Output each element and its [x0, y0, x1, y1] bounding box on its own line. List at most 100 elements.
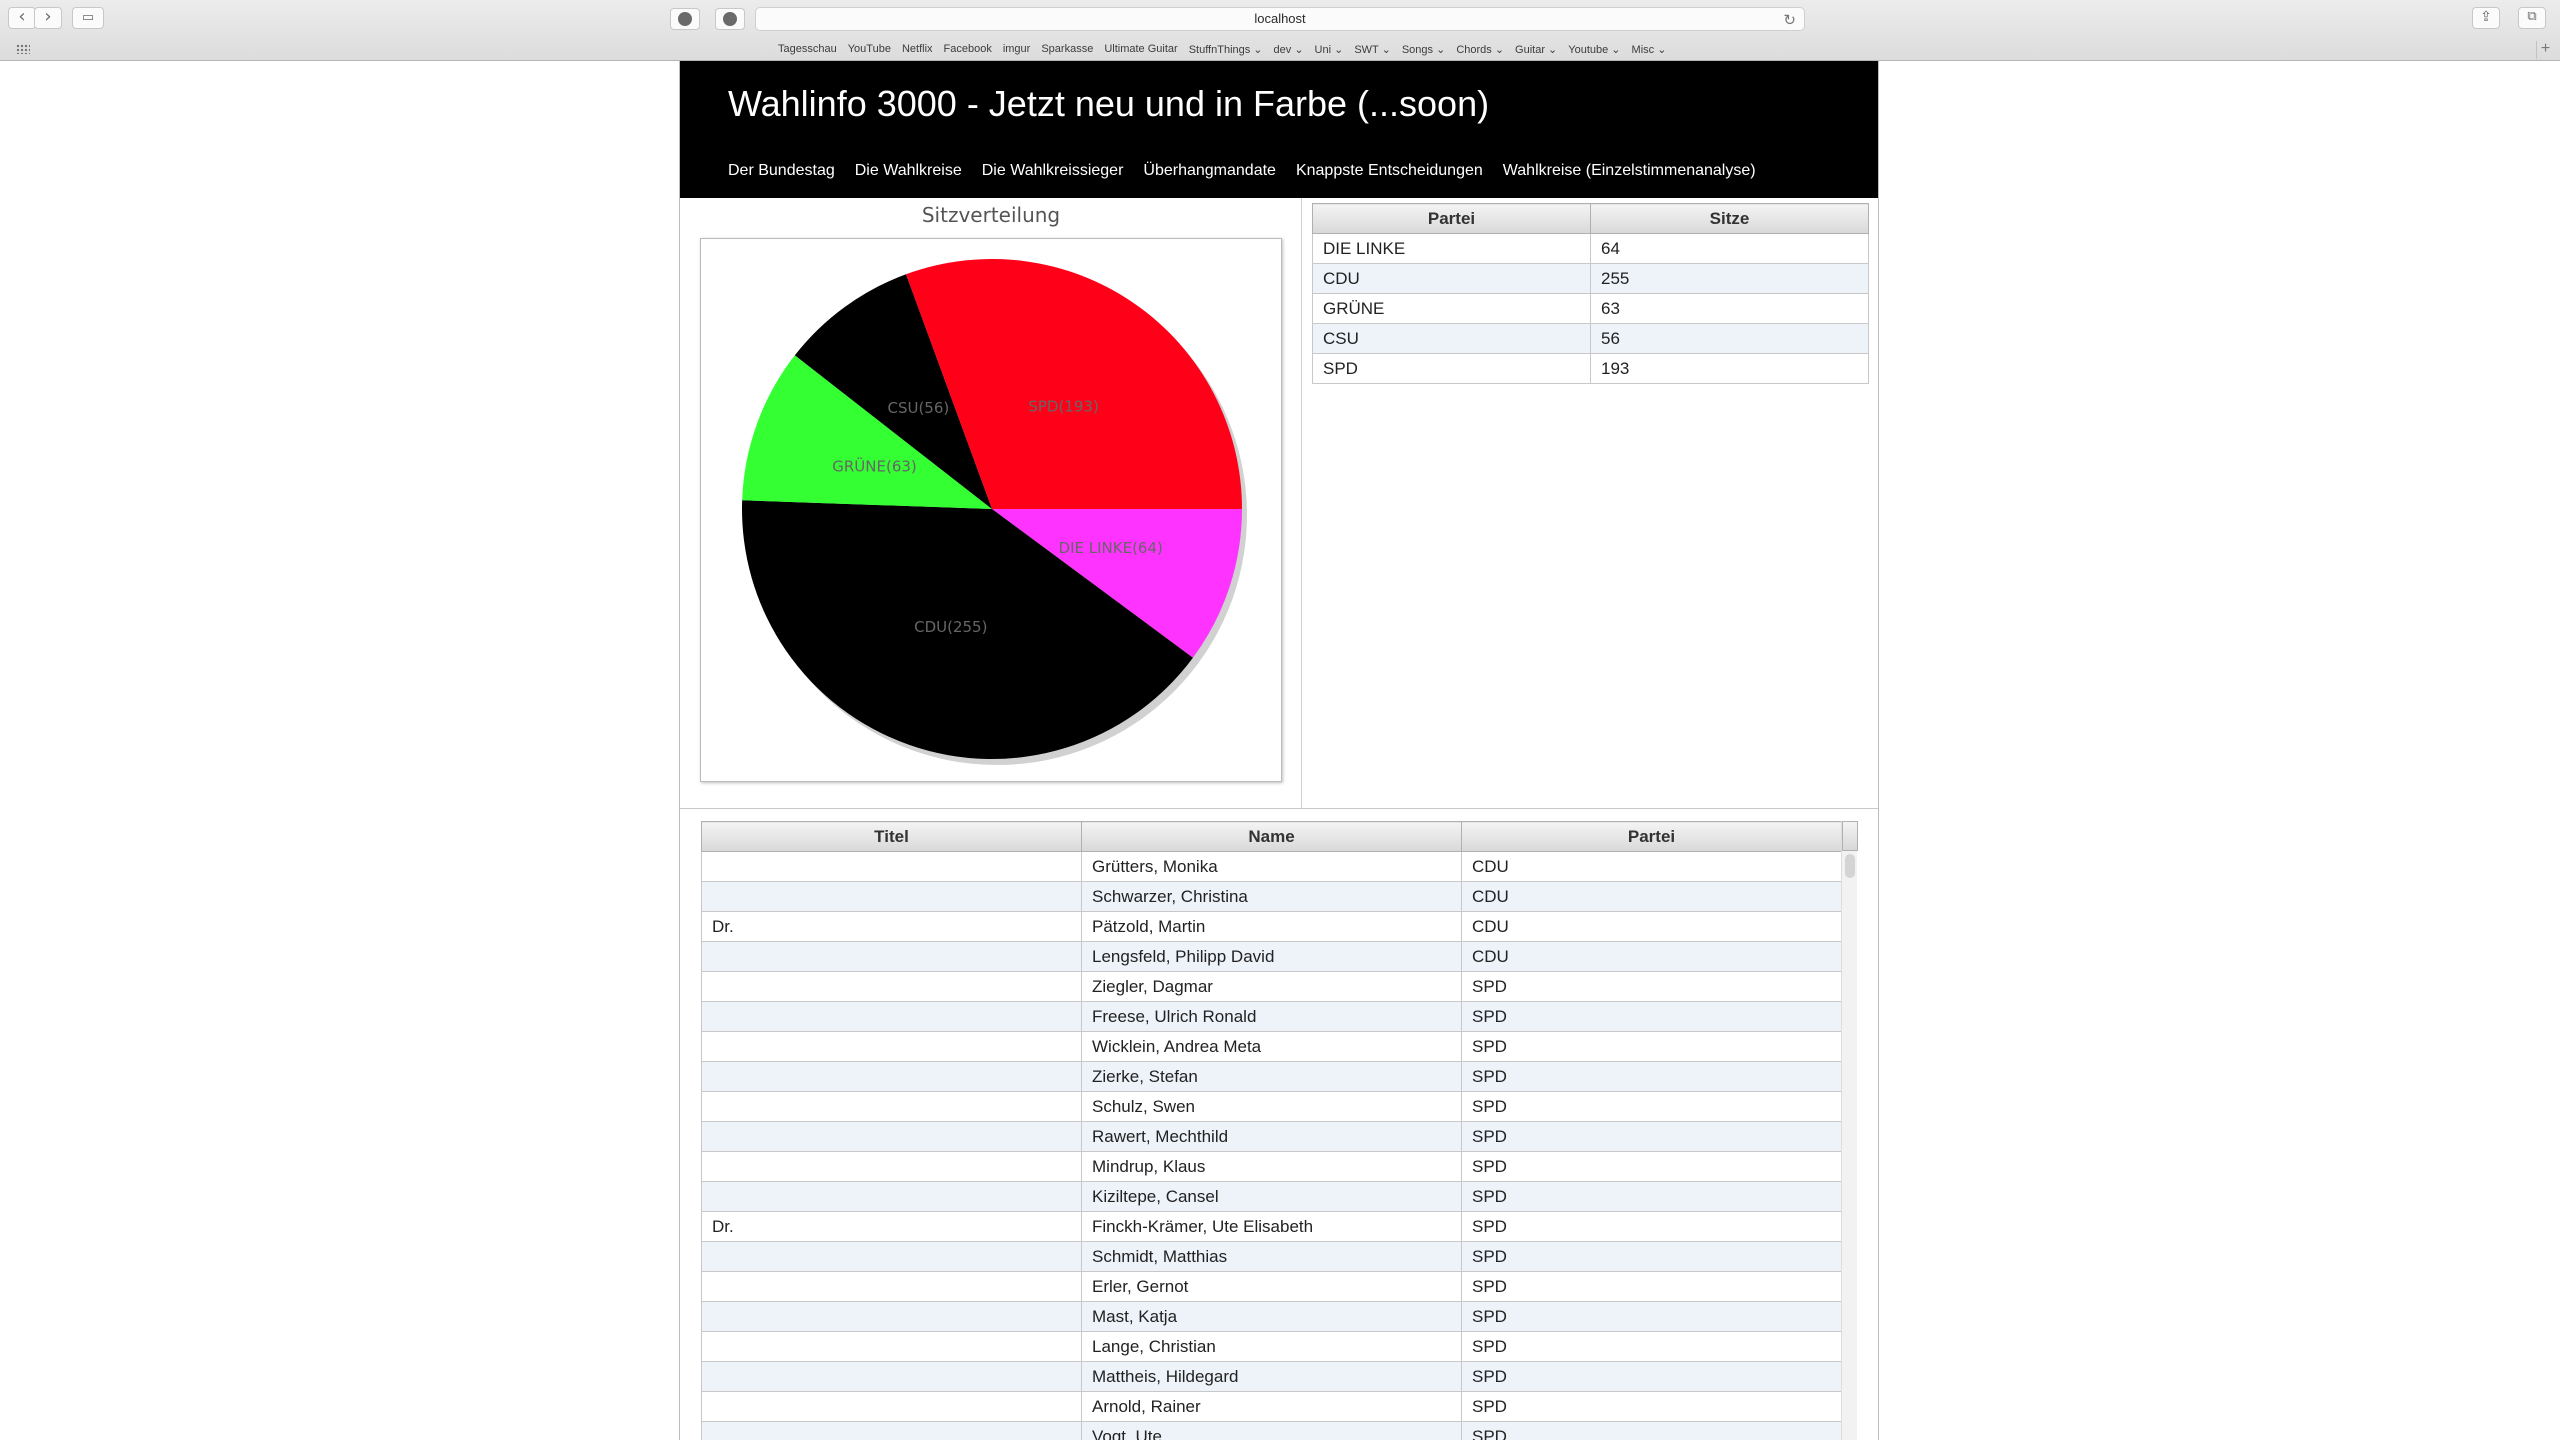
column-header[interactable]: Titel	[701, 821, 1082, 852]
slice-label: SPD(193)	[1028, 398, 1098, 416]
bookmark-item[interactable]: Uni ⌄	[1315, 43, 1344, 56]
party-cell: DIE LINKE	[1312, 233, 1591, 264]
slice-label: GRÜNE(63)	[832, 456, 917, 475]
column-header[interactable]: Partei	[1461, 821, 1842, 852]
table-row[interactable]: Schwarzer, Christina CDU	[701, 881, 1842, 912]
table-row[interactable]: Ziegler, Dagmar SPD	[701, 971, 1842, 1002]
scrollbar-thumb[interactable]	[1845, 854, 1855, 878]
title-cell	[701, 1061, 1082, 1092]
seats-table: Partei Sitze DIE LINKE 64 CDU 255 GRÜNE 63 CSU…	[1312, 203, 1869, 384]
table-row[interactable]: CSU 56	[1312, 323, 1869, 354]
main-nav: Der Bundestag Die Wahlkreise Die Wahlkreis…	[728, 162, 1776, 180]
table-row[interactable]: Kiziltepe, Cansel SPD	[701, 1181, 1842, 1212]
table-row[interactable]: Schmidt, Matthias SPD	[701, 1241, 1842, 1272]
table-row[interactable]: GRÜNE 63	[1312, 293, 1869, 324]
bookmark-item[interactable]: Misc ⌄	[1632, 43, 1667, 56]
nav-link[interactable]: Überhangmandate	[1143, 162, 1276, 180]
nav-link[interactable]: Wahlkreise (Einzelstimmenanalyse)	[1503, 162, 1756, 180]
slice-label: DIE LINKE(64)	[1059, 539, 1163, 557]
table-row[interactable]: Mast, Katja SPD	[701, 1301, 1842, 1332]
extension-icon[interactable]	[670, 8, 700, 30]
sidebar-toggle-icon[interactable]: ▭	[72, 7, 104, 29]
forward-icon[interactable]: ›	[34, 7, 62, 29]
name-cell: Vogt, Ute	[1081, 1421, 1462, 1440]
members-section: Titel Name Partei Grütters, Monika CDU Sch…	[701, 821, 1861, 1440]
table-row[interactable]: DIE LINKE 64	[1312, 233, 1869, 264]
party-cell: SPD	[1461, 1091, 1842, 1122]
table-row[interactable]: Freese, Ulrich Ronald SPD	[701, 1001, 1842, 1032]
table-row[interactable]: Dr. Pätzold, Martin CDU	[701, 911, 1842, 942]
bookmark-item[interactable]: Tagesschau	[778, 43, 837, 56]
party-cell: CSU	[1312, 323, 1591, 354]
party-cell: SPD	[1461, 1121, 1842, 1152]
table-row[interactable]: Vogt, Ute SPD	[701, 1421, 1842, 1440]
table-row[interactable]: Lange, Christian SPD	[701, 1331, 1842, 1362]
title-cell	[701, 1121, 1082, 1152]
bookmark-item[interactable]: Sparkasse	[1041, 43, 1093, 56]
bookmark-item[interactable]: YouTube	[848, 43, 891, 56]
title-cell	[701, 1241, 1082, 1272]
table-row[interactable]: Schulz, Swen SPD	[701, 1091, 1842, 1122]
nav-link[interactable]: Die Wahlkreise	[855, 162, 962, 180]
privacy-icon[interactable]	[715, 8, 745, 30]
table-row[interactable]: Wicklein, Andrea Meta SPD	[701, 1031, 1842, 1062]
nav-link[interactable]: Die Wahlkreissieger	[982, 162, 1124, 180]
nav-link[interactable]: Der Bundestag	[728, 162, 835, 180]
bookmark-item[interactable]: StuffnThings ⌄	[1189, 43, 1263, 56]
title-cell	[701, 1391, 1082, 1422]
table-row[interactable]: Mindrup, Klaus SPD	[701, 1151, 1842, 1182]
party-cell: SPD	[1461, 1061, 1842, 1092]
table-row[interactable]: Arnold, Rainer SPD	[701, 1391, 1842, 1422]
reload-icon[interactable]: ↻	[1783, 9, 1796, 31]
address-bar[interactable]: localhost ↻	[755, 7, 1805, 31]
party-cell: CDU	[1461, 911, 1842, 942]
bookmark-item[interactable]: Ultimate Guitar	[1104, 43, 1177, 56]
table-row[interactable]: Zierke, Stefan SPD	[701, 1061, 1842, 1092]
tabs-icon[interactable]: ⧉	[2518, 7, 2546, 29]
name-cell: Pätzold, Martin	[1081, 911, 1462, 942]
bookmark-item[interactable]: Netflix	[902, 43, 933, 56]
table-row[interactable]: Erler, Gernot SPD	[701, 1271, 1842, 1302]
top-sites-icon[interactable]	[16, 44, 30, 54]
party-cell: SPD	[1461, 1421, 1842, 1440]
bookmark-item[interactable]: dev ⌄	[1274, 43, 1304, 56]
party-cell: SPD	[1461, 1301, 1842, 1332]
table-row[interactable]: Rawert, Mechthild SPD	[701, 1121, 1842, 1152]
table-row[interactable]: Grütters, Monika CDU	[701, 851, 1842, 882]
title-cell	[701, 1271, 1082, 1302]
party-cell: SPD	[1461, 1361, 1842, 1392]
title-cell	[701, 1421, 1082, 1440]
name-cell: Zierke, Stefan	[1081, 1061, 1462, 1092]
scrollbar-header	[1842, 821, 1858, 851]
table-row[interactable]: CDU 255	[1312, 263, 1869, 294]
party-cell: GRÜNE	[1312, 293, 1591, 324]
table-scrollbar[interactable]	[1841, 821, 1858, 1440]
name-cell: Grütters, Monika	[1081, 851, 1462, 882]
name-cell: Freese, Ulrich Ronald	[1081, 1001, 1462, 1032]
bookmark-item[interactable]: Facebook	[944, 43, 992, 56]
column-header[interactable]: Name	[1081, 821, 1462, 852]
title-cell	[701, 1301, 1082, 1332]
nav-link[interactable]: Knappste Entscheidungen	[1296, 162, 1483, 180]
bookmark-item[interactable]: Youtube ⌄	[1568, 43, 1620, 56]
bookmark-item[interactable]: Songs ⌄	[1402, 43, 1445, 56]
members-table: Titel Name Partei Grütters, Monika CDU Sch…	[701, 821, 1842, 1440]
overview-section: Sitzverteilung DIE LINKE(64) CDU(255) GRÜN…	[680, 198, 1878, 809]
bookmark-item[interactable]: imgur	[1003, 43, 1031, 56]
bookmark-item[interactable]: Guitar ⌄	[1515, 43, 1557, 56]
title-cell	[701, 881, 1082, 912]
bookmark-item[interactable]: SWT ⌄	[1354, 43, 1391, 56]
table-row[interactable]: Lengsfeld, Philipp David CDU	[701, 941, 1842, 972]
bookmark-item[interactable]: Chords ⌄	[1456, 43, 1504, 56]
column-header[interactable]: Sitze	[1590, 203, 1869, 234]
share-icon[interactable]: ⇪	[2472, 7, 2500, 29]
table-row[interactable]: Mattheis, Hildegard SPD	[701, 1361, 1842, 1392]
column-header[interactable]: Partei	[1312, 203, 1591, 234]
title-cell	[701, 1181, 1082, 1212]
title-cell	[701, 971, 1082, 1002]
add-tab-icon[interactable]: +	[2536, 41, 2554, 59]
table-row[interactable]: Dr. Finckh-Krämer, Ute Elisabeth SPD	[701, 1211, 1842, 1242]
back-icon[interactable]: ‹	[8, 7, 36, 29]
table-row[interactable]: SPD 193	[1312, 353, 1869, 384]
url-text: localhost	[1254, 11, 1306, 26]
